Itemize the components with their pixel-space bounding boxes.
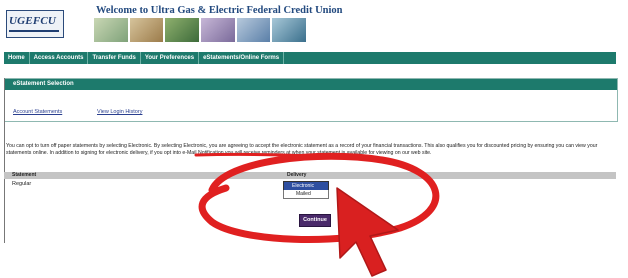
red-annotation-overlay xyxy=(194,152,440,277)
page: UGEFCU Welcome to Ultra Gas & Electric F… xyxy=(0,0,628,278)
highlight-ellipse xyxy=(198,152,440,243)
pointer-arrow-icon xyxy=(336,187,399,277)
